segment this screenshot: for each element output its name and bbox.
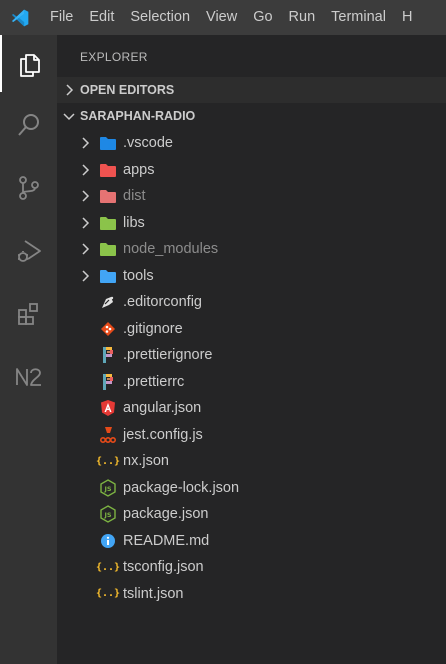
folder-row[interactable]: libs [57, 210, 446, 237]
title-bar: File Edit Selection View Go Run Terminal… [0, 0, 446, 35]
explorer-icon[interactable] [0, 35, 57, 92]
prettier-icon [99, 373, 117, 391]
open-editors-header[interactable]: OPEN EDITORS [57, 77, 446, 103]
tree-item-label: tsconfig.json [123, 559, 204, 576]
tree-item-label: .prettierrc [123, 373, 185, 390]
file-row[interactable]: .editorconfig [57, 289, 446, 316]
tree-item-label: .prettierignore [123, 347, 213, 364]
svg-text:JS: JS [103, 511, 111, 519]
folder-row[interactable]: dist [57, 183, 446, 210]
chevron-down-icon [63, 113, 75, 121]
tree-item-label: .editorconfig [123, 294, 202, 311]
folder-tools-icon [99, 267, 117, 285]
explorer-sidebar: EXPLORER OPEN EDITORS SARAPHAN-RADIO .vs… [57, 35, 446, 664]
sidebar-title: EXPLORER [80, 50, 148, 64]
angular-icon [99, 399, 117, 417]
prettier-icon [99, 346, 117, 364]
nodejs-icon: JS [99, 505, 117, 524]
jest-icon [99, 426, 117, 444]
nx-console-icon[interactable] [0, 348, 57, 405]
menu-selection[interactable]: Selection [122, 0, 198, 35]
menu-go[interactable]: Go [245, 0, 280, 35]
tree-item-label: tslint.json [123, 585, 184, 602]
git-icon [99, 320, 117, 338]
menu-file[interactable]: File [40, 0, 81, 35]
chevron-right-icon [82, 270, 90, 282]
menu-help[interactable]: H [394, 0, 420, 35]
chevron-right-icon [82, 217, 90, 229]
workspace-header[interactable]: SARAPHAN-RADIO [57, 103, 446, 129]
run-debug-icon[interactable] [0, 222, 57, 279]
activity-bar [0, 35, 57, 664]
chevron-right-icon [82, 164, 90, 176]
nodejs-icon: JS [99, 478, 117, 497]
tree-item-label: apps [123, 161, 155, 178]
folder-row[interactable]: tools [57, 263, 446, 290]
editorconfig-icon [99, 293, 117, 311]
file-row[interactable]: .prettierignore [57, 342, 446, 369]
menu-view[interactable]: View [198, 0, 245, 35]
folder-row[interactable]: .vscode [57, 130, 446, 157]
chevron-right-icon [82, 190, 90, 202]
extensions-icon[interactable] [0, 285, 57, 342]
folder-vscode-icon [99, 134, 117, 152]
file-row[interactable]: {..} nx.json [57, 448, 446, 475]
folder-dist-icon [99, 187, 117, 205]
folder-apps-icon [99, 161, 117, 179]
folder-row[interactable]: apps [57, 157, 446, 184]
folder-libs-icon [99, 214, 117, 232]
file-row[interactable]: JS package-lock.json [57, 475, 446, 502]
tree-item-label: jest.config.js [123, 426, 203, 443]
tree-item-label: README.md [123, 532, 210, 549]
file-row[interactable]: .prettierrc [57, 369, 446, 396]
json-icon: {..} [95, 455, 121, 467]
tree-item-label: libs [123, 214, 145, 231]
vscode-logo-icon [0, 0, 40, 35]
json-icon: {..} [95, 588, 121, 600]
tree-item-label: tools [123, 267, 154, 284]
chevron-right-icon [66, 84, 74, 96]
file-row[interactable]: angular.json [57, 395, 446, 422]
info-icon [99, 532, 117, 550]
source-control-icon[interactable] [0, 159, 57, 216]
workspace-label: SARAPHAN-RADIO [80, 109, 196, 123]
folder-node-icon [99, 240, 117, 258]
file-row[interactable]: .gitignore [57, 316, 446, 343]
file-row[interactable]: {..} tsconfig.json [57, 554, 446, 581]
tree-item-label: .vscode [123, 135, 173, 152]
tree-item-label: dist [123, 188, 146, 205]
folder-row[interactable]: node_modules [57, 236, 446, 263]
svg-text:JS: JS [103, 485, 111, 493]
file-row[interactable]: README.md [57, 528, 446, 555]
file-row[interactable]: jest.config.js [57, 422, 446, 449]
chevron-right-icon [82, 243, 90, 255]
file-row[interactable]: {..} tslint.json [57, 581, 446, 608]
menu-run[interactable]: Run [281, 0, 324, 35]
file-tree: .vscode apps dist libs node_modulestools .edi… [57, 130, 446, 607]
tree-item-label: nx.json [123, 453, 169, 470]
tree-item-label: .gitignore [123, 320, 183, 337]
tree-item-label: angular.json [123, 400, 202, 417]
chevron-right-icon [82, 137, 90, 149]
tree-item-label: package-lock.json [123, 479, 240, 496]
search-icon[interactable] [0, 96, 57, 153]
file-row[interactable]: JS package.json [57, 501, 446, 528]
menu-terminal[interactable]: Terminal [323, 0, 394, 35]
json-icon: {..} [95, 561, 121, 573]
open-editors-label: OPEN EDITORS [80, 83, 175, 97]
menu-edit[interactable]: Edit [81, 0, 122, 35]
tree-item-label: package.json [123, 506, 209, 523]
tree-item-label: node_modules [123, 241, 219, 258]
